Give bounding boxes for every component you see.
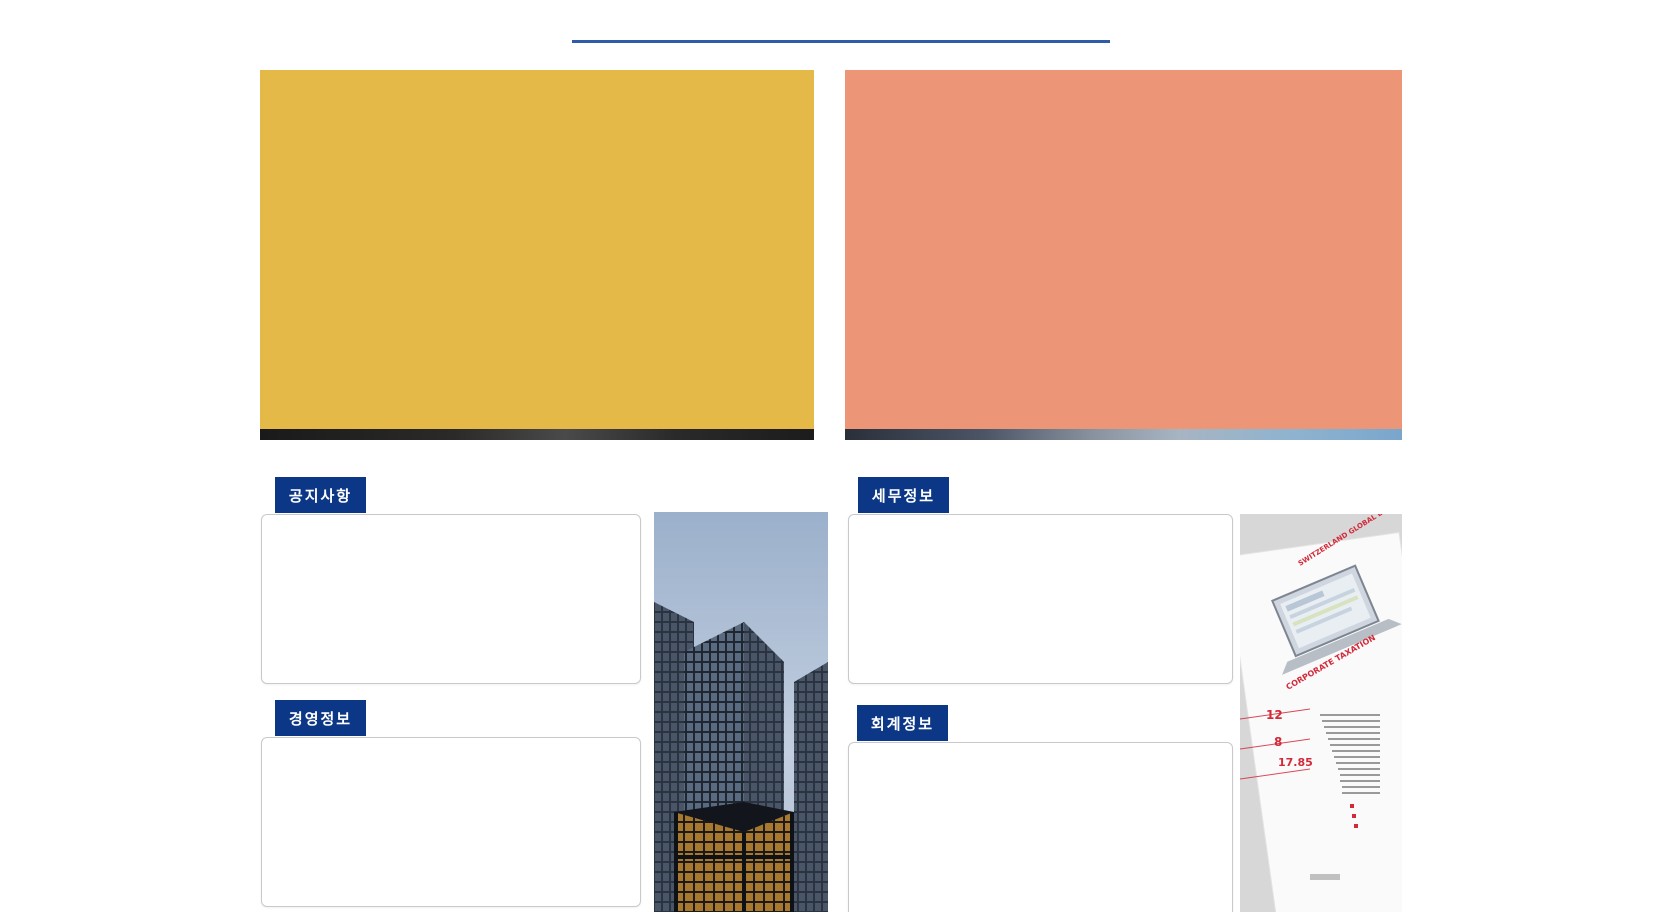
accounting-info-panel: [848, 742, 1233, 912]
notice-tab[interactable]: 공지사항: [275, 477, 366, 513]
banner-left[interactable]: [260, 70, 814, 440]
tax-info-panel: [848, 514, 1233, 684]
management-info-tab[interactable]: 경영정보: [275, 700, 366, 736]
page: 공지사항 경영정보 세무정보 회계정보 CORPORATE TAXATION 1…: [0, 0, 1663, 912]
banner-left-image-strip: [260, 429, 814, 440]
section-title-underline: [572, 40, 1110, 43]
brochure-number-2: 8: [1274, 735, 1282, 749]
banner-left-fill: [260, 70, 814, 429]
banner-right-fill: [845, 70, 1402, 429]
brochure-number-3: 17.85: [1278, 756, 1313, 769]
banner-right[interactable]: [845, 70, 1402, 440]
tax-info-tab[interactable]: 세무정보: [858, 477, 949, 513]
brochure-number-1: 12: [1266, 708, 1283, 722]
management-info-panel: [261, 737, 641, 907]
corporate-taxation-brochure-photo: SWITZERLAND GLOBAL ENTERPRISE CORPORATE …: [1240, 514, 1402, 912]
notice-panel: [261, 514, 641, 684]
accounting-info-tab[interactable]: 회계정보: [857, 705, 948, 741]
banner-right-image-strip: [845, 429, 1402, 440]
building-photo: [654, 512, 828, 912]
